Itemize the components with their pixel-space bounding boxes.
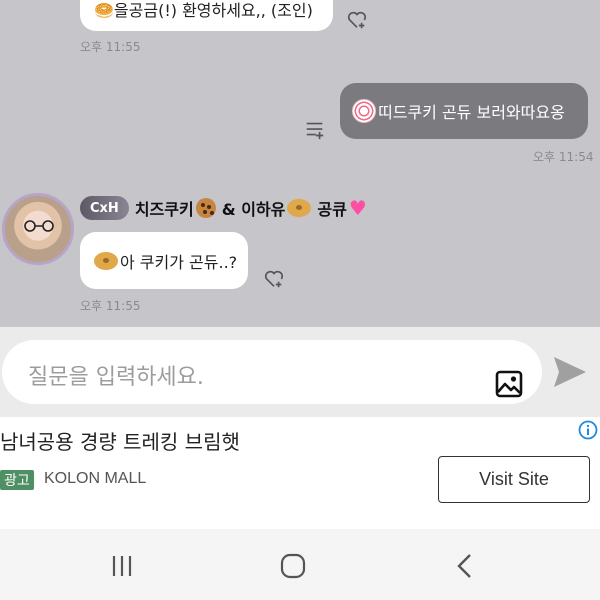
- add-list-icon[interactable]: [304, 119, 326, 141]
- sender-name: 치즈쿠키 & 이하유 공큐 ♥: [135, 196, 367, 220]
- message-bubble-top[interactable]: 🥯을공금(!) 환영하세요,, (조인): [80, 0, 333, 31]
- system-nav-bar: [0, 529, 600, 600]
- sender-name-part: 치즈쿠키: [134, 200, 194, 219]
- sender-header: CxH 치즈쿠키 & 이하유 공큐 ♥: [80, 195, 367, 221]
- bagel-emoji-icon: [94, 251, 118, 270]
- message-time: 오후 11:54: [533, 150, 594, 164]
- bagel-emoji-icon: [287, 199, 312, 217]
- message-input[interactable]: 질문을 입력하세요.: [2, 340, 542, 404]
- avatar[interactable]: [2, 193, 74, 265]
- ad-brand: KOLON MALL: [44, 470, 147, 487]
- message-bubble-other[interactable]: 아 쿠키가 곤듀..?: [80, 232, 248, 289]
- input-placeholder: 질문을 입력하세요.: [28, 365, 204, 390]
- message-text: 🥯을공금(!) 환영하세요,, (조인): [94, 1, 313, 20]
- ad-title[interactable]: 남녀공용 경량 트레킹 브림햇: [0, 426, 240, 455]
- cookie-emoji-icon: [195, 198, 216, 218]
- ad-tag: 광고: [0, 470, 34, 490]
- recents-icon[interactable]: [107, 551, 137, 581]
- back-icon[interactable]: [450, 551, 480, 581]
- message-input-bar: 질문을 입력하세요.: [0, 327, 600, 417]
- naruto-emoji-icon: [352, 99, 376, 123]
- ad-banner[interactable]: 남녀공용 경량 트레킹 브림햇 광고 KOLON MALL Visit Site: [0, 417, 600, 529]
- message-bubble-mine[interactable]: 띠드쿠키 곤듀 보러와따요옹: [340, 83, 588, 139]
- message-time: 오후 11:55: [80, 299, 141, 313]
- message-text: 아 쿠키가 곤듀..?: [120, 252, 238, 272]
- role-badge: CxH: [80, 196, 129, 220]
- message-text: 띠드쿠키 곤듀 보러와따요옹: [378, 103, 565, 122]
- chat-area[interactable]: 🥯을공금(!) 환영하세요,, (조인) 오후 11:55 띠드쿠키 곤듀 보러…: [0, 0, 600, 327]
- heart-emoji-icon: ♥: [348, 196, 367, 220]
- visit-site-button[interactable]: Visit Site: [438, 456, 590, 503]
- heart-add-icon[interactable]: [346, 9, 368, 31]
- message-time: 오후 11:55: [80, 40, 141, 54]
- sender-name-part: & 이하유: [221, 200, 286, 219]
- image-icon[interactable]: [494, 369, 524, 399]
- home-icon[interactable]: [278, 551, 308, 581]
- sender-name-part: 공큐: [317, 200, 347, 219]
- glasses-icon: [24, 220, 54, 232]
- info-icon[interactable]: [578, 420, 598, 440]
- heart-add-icon[interactable]: [263, 268, 285, 290]
- send-icon[interactable]: [552, 354, 588, 390]
